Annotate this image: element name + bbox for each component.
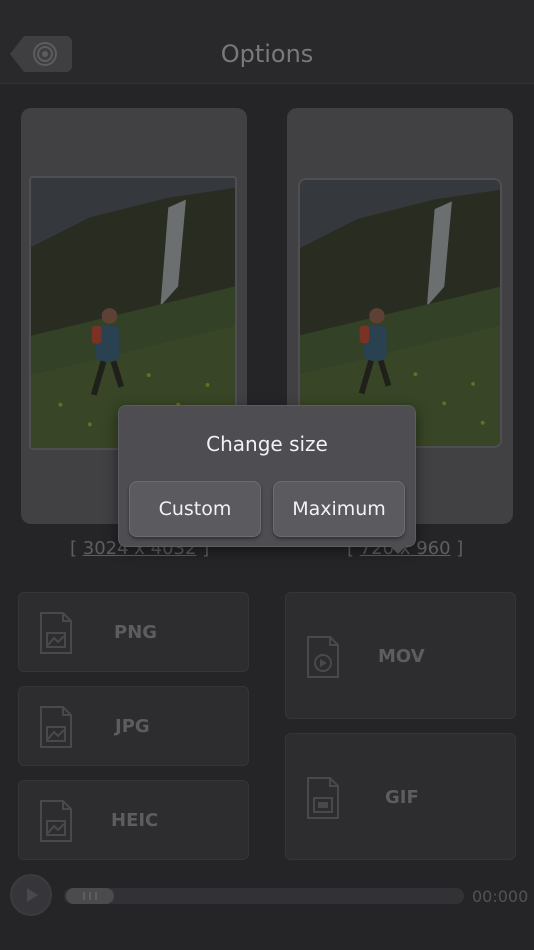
custom-size-button[interactable]: Custom	[129, 481, 261, 537]
dialog-title: Change size	[206, 432, 328, 456]
dialog-pointer	[390, 546, 406, 554]
maximum-size-button[interactable]: Maximum	[273, 481, 405, 537]
change-size-dialog: Change size Custom Maximum	[118, 405, 416, 547]
